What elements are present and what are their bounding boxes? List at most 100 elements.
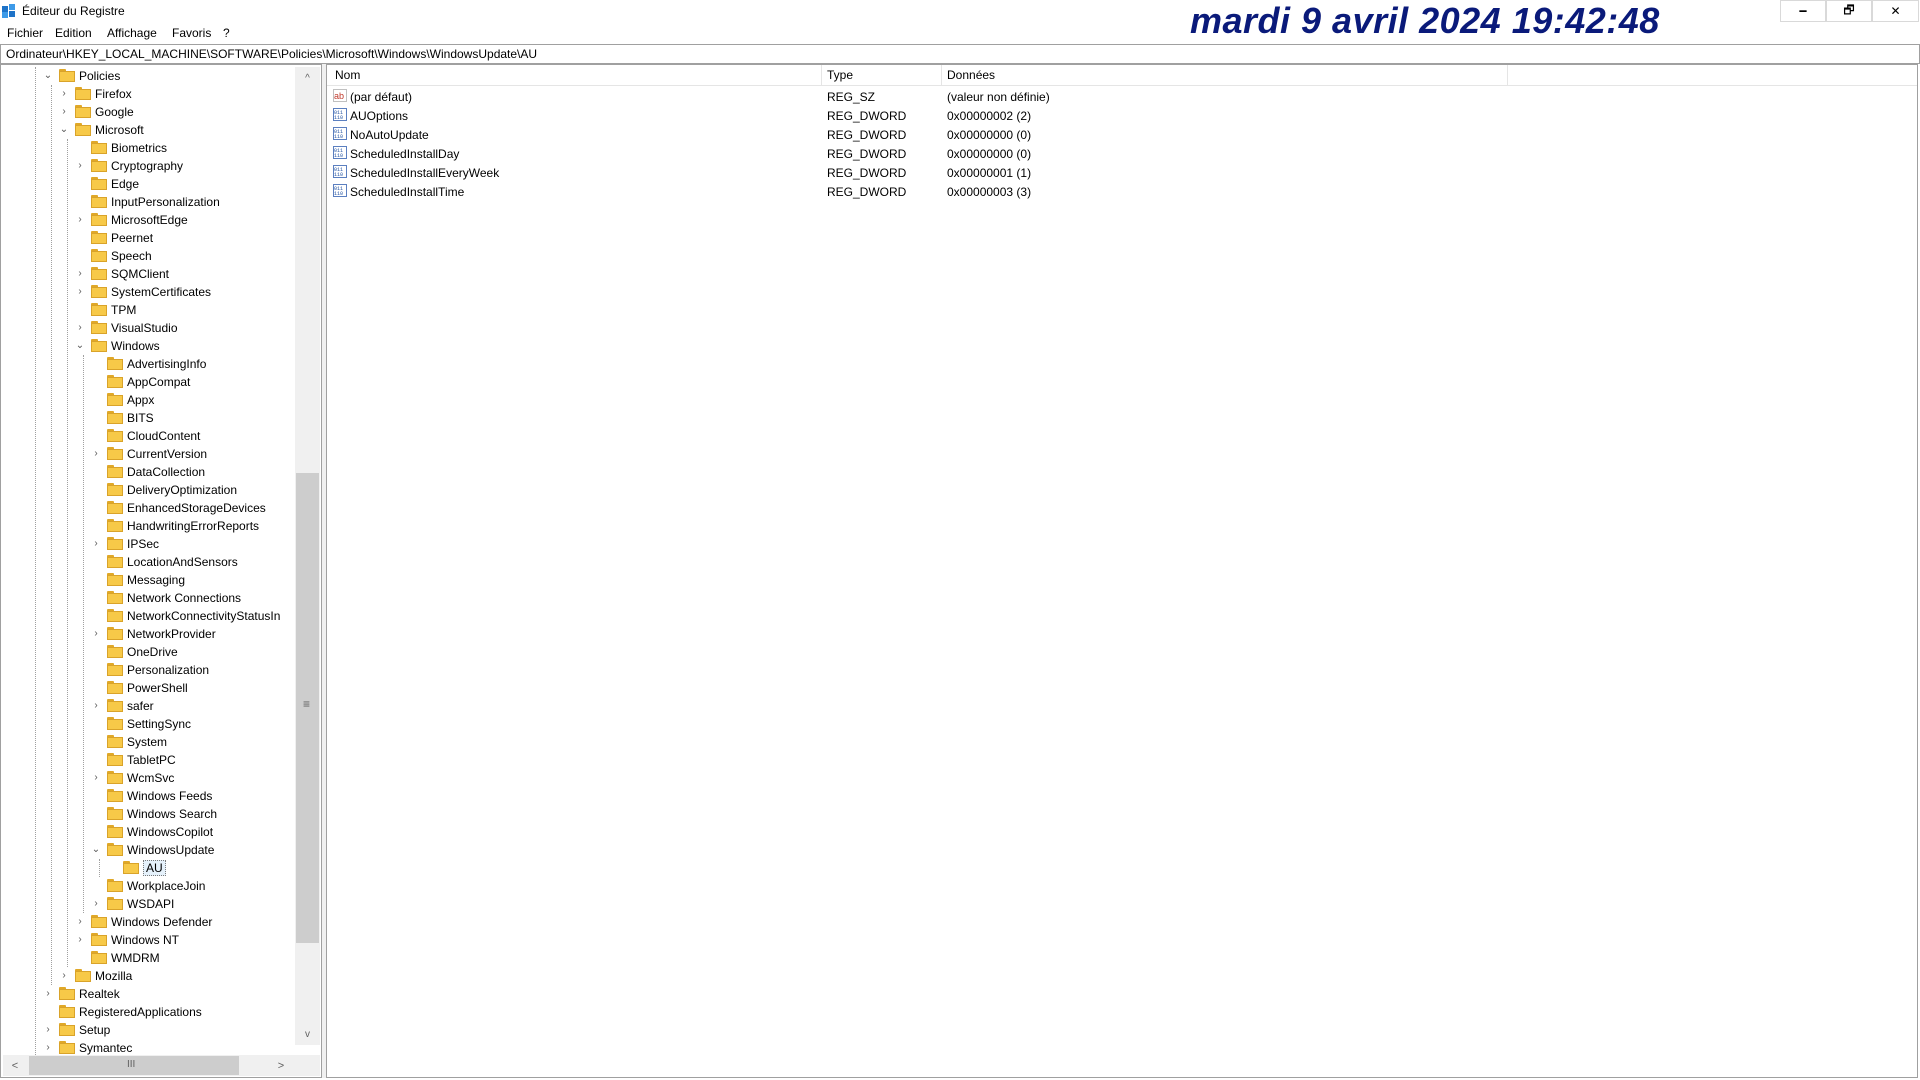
tree-node[interactable]: › VisualStudio <box>1 319 291 337</box>
menu-fichier[interactable]: Fichier <box>7 26 43 40</box>
menu-help[interactable]: ? <box>223 26 230 40</box>
tree-node[interactable]: DeliveryOptimization <box>1 481 291 499</box>
value-row[interactable]: ab (par défaut) REG_SZ (valeur non définie) <box>327 87 1727 106</box>
tree-node[interactable]: TabletPC <box>1 751 291 769</box>
tree-node[interactable]: Network Connections <box>1 589 291 607</box>
tree-node[interactable]: › WSDAPI <box>1 895 291 913</box>
collapse-chevron-icon[interactable]: ⌄ <box>75 340 85 352</box>
value-row[interactable]: 011 110 ScheduledInstallDay REG_DWORD 0x0000… <box>327 144 1727 163</box>
tree-node[interactable]: DataCollection <box>1 463 291 481</box>
tree-node[interactable]: RegisteredApplications <box>1 1003 291 1021</box>
tree-node[interactable]: › safer <box>1 697 291 715</box>
expand-chevron-icon[interactable]: › <box>43 1042 53 1054</box>
menu-affichage[interactable]: Affichage <box>107 26 157 40</box>
column-divider[interactable] <box>821 65 822 85</box>
collapse-chevron-icon[interactable]: ⌄ <box>43 70 53 82</box>
expand-chevron-icon[interactable]: › <box>75 160 85 172</box>
expand-chevron-icon[interactable]: › <box>91 772 101 784</box>
expand-chevron-icon[interactable]: › <box>75 286 85 298</box>
tree-node[interactable]: Windows Feeds <box>1 787 291 805</box>
menu-edition[interactable]: Edition <box>55 26 92 40</box>
tree-node[interactable]: LocationAndSensors <box>1 553 291 571</box>
tree-node[interactable]: BITS <box>1 409 291 427</box>
expand-chevron-icon[interactable]: › <box>75 322 85 334</box>
tree-node[interactable]: › Realtek <box>1 985 291 1003</box>
expand-chevron-icon[interactable]: › <box>75 214 85 226</box>
expand-chevron-icon[interactable]: › <box>59 88 69 100</box>
tree-node[interactable]: › Mozilla <box>1 967 291 985</box>
tree-node[interactable]: Biometrics <box>1 139 291 157</box>
address-bar[interactable]: Ordinateur\HKEY_LOCAL_MACHINE\SOFTWARE\P… <box>0 44 1920 64</box>
value-row[interactable]: 011 110 NoAutoUpdate REG_DWORD 0x00000000 (0… <box>327 125 1727 144</box>
tree-node[interactable]: › Setup <box>1 1021 291 1039</box>
tree-node[interactable]: Messaging <box>1 571 291 589</box>
tree-node[interactable]: › Google <box>1 103 291 121</box>
tree-node[interactable]: › SQMClient <box>1 265 291 283</box>
tree-node[interactable]: › CurrentVersion <box>1 445 291 463</box>
expand-chevron-icon[interactable]: › <box>91 700 101 712</box>
tree-node[interactable]: ⌄ Windows <box>1 337 291 355</box>
column-divider[interactable] <box>1507 65 1508 85</box>
expand-chevron-icon[interactable]: › <box>75 268 85 280</box>
tree-node[interactable]: › MicrosoftEdge <box>1 211 291 229</box>
tree-node[interactable]: › Windows Defender <box>1 913 291 931</box>
tree-node[interactable]: ⌄ WindowsUpdate <box>1 841 291 859</box>
tree-node[interactable]: › WcmSvc <box>1 769 291 787</box>
value-row[interactable]: 011 110 ScheduledInstallEveryWeek REG_DWORD… <box>327 163 1727 182</box>
scroll-left-icon[interactable]: < <box>3 1055 27 1076</box>
expand-chevron-icon[interactable]: › <box>59 970 69 982</box>
expand-chevron-icon[interactable]: › <box>91 538 101 550</box>
tree-vertical-scrollbar[interactable]: ^ ≡ v <box>295 67 320 1045</box>
tree-node[interactable]: NetworkConnectivityStatusIn <box>1 607 291 625</box>
tree-node[interactable]: EnhancedStorageDevices <box>1 499 291 517</box>
tree-node[interactable]: AdvertisingInfo <box>1 355 291 373</box>
tree-node[interactable]: › Cryptography <box>1 157 291 175</box>
expand-chevron-icon[interactable]: › <box>43 1024 53 1036</box>
tree-node[interactable]: Speech <box>1 247 291 265</box>
scroll-right-icon[interactable]: > <box>269 1055 293 1076</box>
close-button[interactable]: ✕ <box>1872 0 1919 22</box>
tree-scroll-thumb[interactable]: ≡ <box>296 473 319 943</box>
tree-node[interactable]: PowerShell <box>1 679 291 697</box>
tree-node[interactable]: System <box>1 733 291 751</box>
column-divider[interactable] <box>941 65 942 85</box>
expand-chevron-icon[interactable]: › <box>75 934 85 946</box>
tree-node[interactable]: Peernet <box>1 229 291 247</box>
tree-node[interactable]: › Firefox <box>1 85 291 103</box>
tree-hscroll-thumb[interactable]: III <box>29 1056 239 1075</box>
expand-chevron-icon[interactable]: › <box>91 628 101 640</box>
expand-chevron-icon[interactable]: › <box>91 448 101 460</box>
column-header-name[interactable]: Nom <box>335 68 360 82</box>
tree-node[interactable]: › Windows NT <box>1 931 291 949</box>
menu-favoris[interactable]: Favoris <box>172 26 211 40</box>
tree-node[interactable]: › NetworkProvider <box>1 625 291 643</box>
tree-node[interactable]: WorkplaceJoin <box>1 877 291 895</box>
expand-chevron-icon[interactable]: › <box>59 106 69 118</box>
tree-node[interactable]: CloudContent <box>1 427 291 445</box>
maximize-button[interactable]: 🗗 <box>1826 0 1872 22</box>
tree-node[interactable]: › IPSec <box>1 535 291 553</box>
tree-node[interactable]: SettingSync <box>1 715 291 733</box>
column-header-data[interactable]: Données <box>947 68 995 82</box>
expand-chevron-icon[interactable]: › <box>91 898 101 910</box>
tree-node[interactable]: WindowsCopilot <box>1 823 291 841</box>
tree-node[interactable]: HandwritingErrorReports <box>1 517 291 535</box>
value-row[interactable]: 011 110 AUOptions REG_DWORD 0x00000002 (2) <box>327 106 1727 125</box>
scroll-down-icon[interactable]: v <box>295 1023 320 1045</box>
tree-node[interactable]: Windows Search <box>1 805 291 823</box>
tree-node[interactable]: AppCompat <box>1 373 291 391</box>
tree-node[interactable]: OneDrive <box>1 643 291 661</box>
expand-chevron-icon[interactable]: › <box>75 916 85 928</box>
tree-node[interactable]: ⌄ Microsoft <box>1 121 291 139</box>
collapse-chevron-icon[interactable]: ⌄ <box>59 124 69 136</box>
tree-node[interactable]: TPM <box>1 301 291 319</box>
tree-node[interactable]: InputPersonalization <box>1 193 291 211</box>
tree-node[interactable]: › SystemCertificates <box>1 283 291 301</box>
column-header-type[interactable]: Type <box>827 68 853 82</box>
expand-chevron-icon[interactable]: › <box>43 988 53 1000</box>
tree-node[interactable]: Appx <box>1 391 291 409</box>
tree-node[interactable]: AU <box>1 859 291 877</box>
minimize-button[interactable]: 🗕 <box>1780 0 1826 22</box>
collapse-chevron-icon[interactable]: ⌄ <box>91 844 101 856</box>
tree-node[interactable]: WMDRM <box>1 949 291 967</box>
